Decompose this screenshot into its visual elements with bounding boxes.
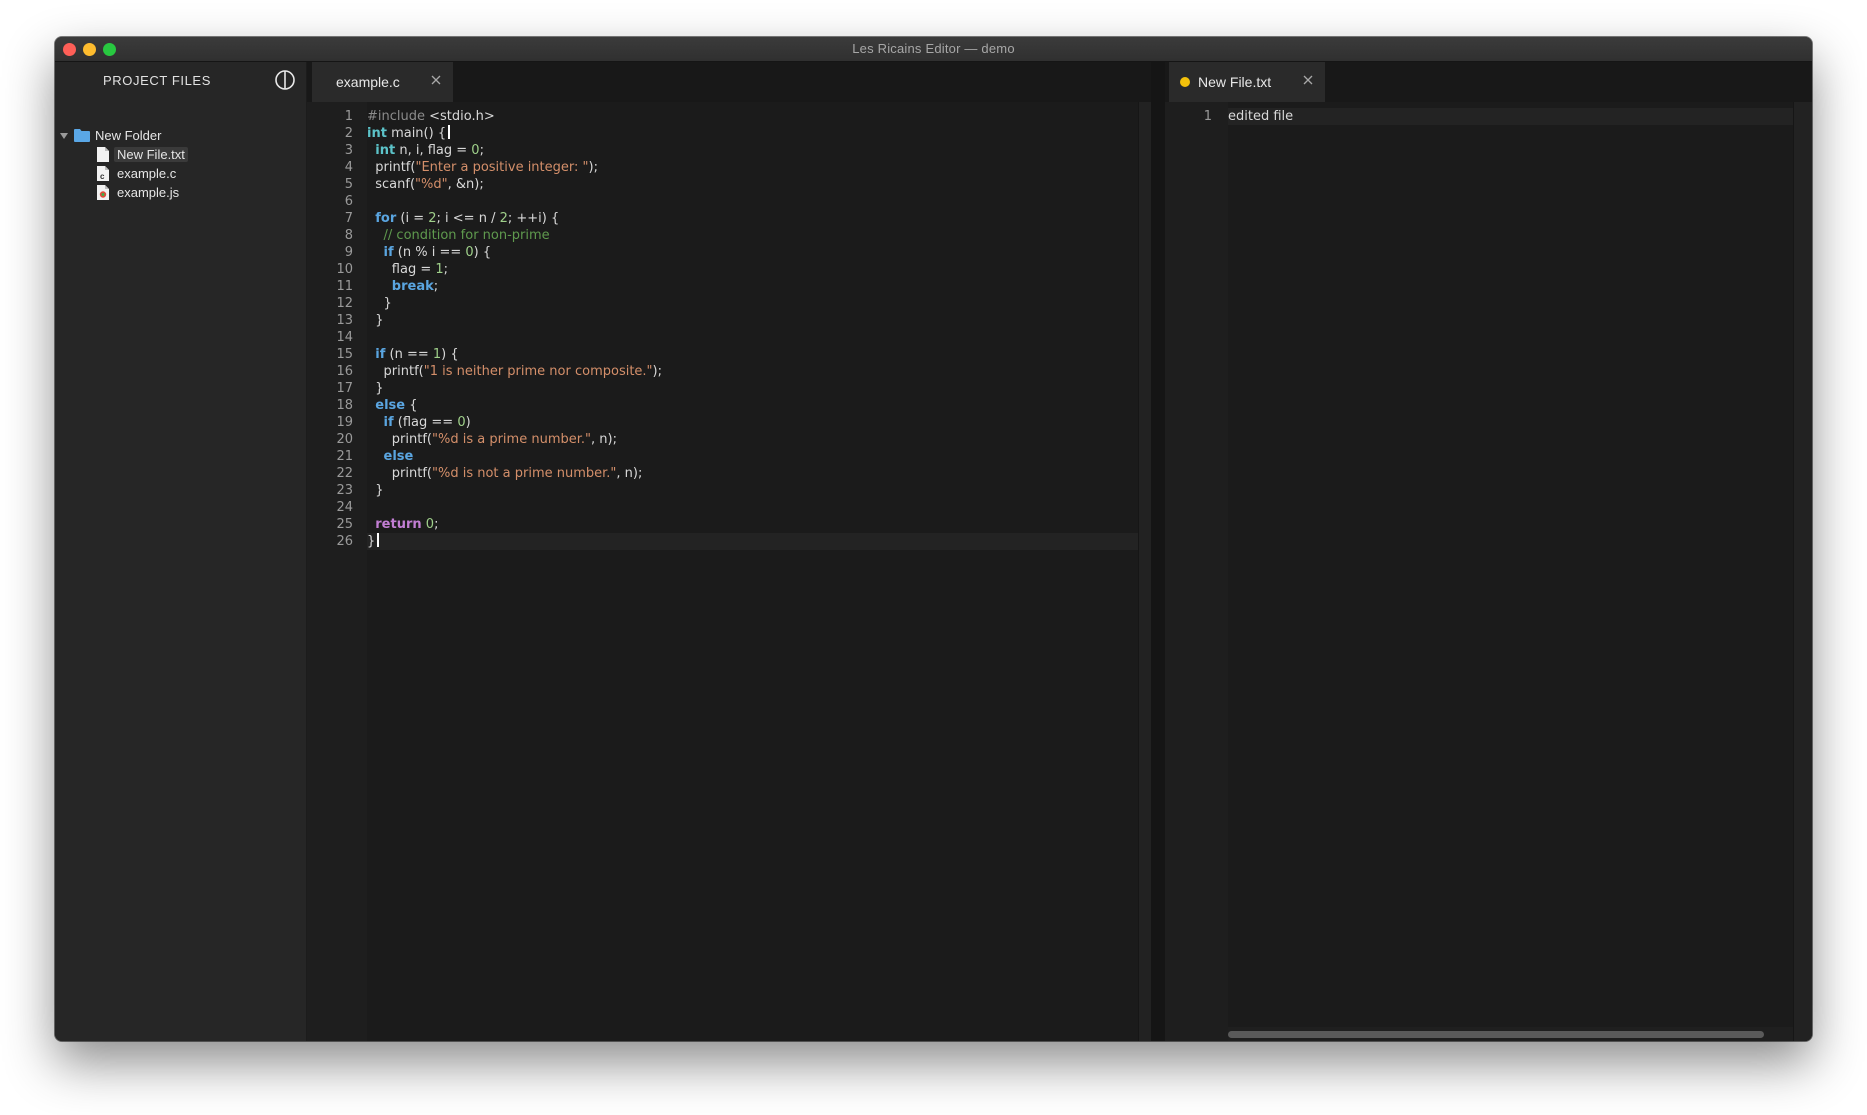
line-number: 1 [1203, 109, 1212, 124]
chevron-down-icon[interactable] [59, 131, 69, 141]
line-number: 19 [336, 415, 353, 430]
folder-label: New Folder [95, 128, 162, 143]
unsaved-changes-indicator [1180, 77, 1190, 87]
code-line: break; [391, 279, 439, 294]
line-number: 21 [336, 449, 353, 464]
code-line: if (n % i == 0) { [383, 245, 492, 260]
line-number: 24 [336, 500, 353, 515]
sidebar-header: PROJECT FILES [55, 62, 306, 100]
line-number: 17 [336, 381, 353, 396]
code-line: if (flag == 0) [383, 415, 471, 430]
code-line: } [367, 296, 392, 311]
code-line: printf("%d is a prime number.", n); [367, 432, 617, 447]
line-number: 9 [344, 245, 353, 260]
line-number: 25 [336, 517, 353, 532]
code-line: edited file [1228, 109, 1294, 124]
code-line: else [383, 449, 414, 464]
folder-icon [74, 129, 90, 142]
tab-new-file-txt[interactable]: New File.txt [1169, 62, 1325, 102]
line-number: 2 [344, 126, 353, 141]
line-number: 6 [344, 194, 353, 209]
text-cursor [377, 533, 380, 547]
code-line: else { [375, 398, 418, 413]
close-tab-icon[interactable] [429, 73, 443, 87]
line-number: 23 [336, 483, 353, 498]
file-label: New File.txt [114, 147, 188, 162]
line-number: 22 [336, 466, 353, 481]
line-number: 13 [336, 313, 353, 328]
current-line-highlight [1228, 108, 1794, 125]
line-number: 8 [344, 228, 353, 243]
line-number: 18 [336, 398, 353, 413]
code-line: printf("1 is neither prime nor composite… [367, 364, 662, 379]
window-title: Les Ricains Editor — demo [852, 41, 1015, 56]
code-line: printf("%d is not a prime number.", n); [367, 466, 643, 481]
code-line: int main() { [367, 125, 451, 142]
line-number: 26 [336, 534, 353, 549]
horizontal-scrollbar[interactable] [1228, 1027, 1794, 1041]
svg-text:c: c [100, 172, 105, 181]
file-label: example.js [117, 185, 180, 200]
right-tab-bar: New File.txt [1165, 62, 1812, 102]
sidebar-title: PROJECT FILES [103, 73, 211, 88]
split-view-icon[interactable] [274, 69, 296, 91]
line-number: 3 [344, 143, 353, 158]
line-number: 4 [344, 160, 353, 175]
line-number: 14 [336, 330, 353, 345]
code-editor[interactable]: #include <stdio.h> int main() { int n, i,… [367, 102, 1139, 1041]
line-number-gutter: 1 [1165, 102, 1228, 1041]
code-line: int n, i, flag = 0; [375, 143, 484, 158]
code-line: } [367, 483, 384, 498]
editor-window: Les Ricains Editor — demo PROJECT FILES … [55, 37, 1812, 1041]
line-number: 5 [344, 177, 353, 192]
code-editor[interactable]: edited file [1228, 102, 1794, 1041]
line-number: 1 [344, 109, 353, 124]
code-line: } [367, 313, 384, 328]
current-line-highlight [367, 533, 1139, 550]
tab-label: example.c [336, 74, 400, 90]
line-number: 11 [336, 279, 353, 294]
right-editor-pane: New File.txt 1 edited file [1165, 62, 1812, 1041]
line-number: 12 [336, 296, 353, 311]
line-number: 20 [336, 432, 353, 447]
left-tab-bar: example.c [307, 62, 1151, 102]
tree-file-new-file-txt[interactable]: New File.txt [97, 146, 297, 164]
close-tab-icon[interactable] [1301, 73, 1315, 87]
line-number: 15 [336, 347, 353, 362]
tree-file-example-js[interactable]: example.js [97, 184, 297, 202]
text-cursor [448, 125, 451, 139]
code-line: scanf("%d", &n); [367, 177, 484, 192]
code-line: printf("Enter a positive integer: "); [367, 160, 598, 175]
project-sidebar: PROJECT FILES New Folder New File.txt c … [55, 62, 306, 1041]
scrollbar-thumb[interactable] [1228, 1031, 1764, 1038]
code-line: flag = 1; [367, 262, 449, 277]
left-vertical-scrollbar[interactable] [1138, 102, 1151, 1041]
c-file-icon: c [97, 166, 109, 181]
code-line: for (i = 2; i <= n / 2; ++i) { [375, 211, 560, 226]
tab-example-c[interactable]: example.c [312, 62, 453, 102]
tab-label: New File.txt [1198, 74, 1272, 90]
line-number: 10 [336, 262, 353, 277]
right-vertical-scrollbar[interactable] [1793, 102, 1812, 1041]
file-label: example.c [117, 166, 177, 181]
line-number: 16 [336, 364, 353, 379]
tree-file-example-c[interactable]: c example.c [97, 165, 297, 183]
pane-divider[interactable] [1151, 62, 1165, 1041]
code-line: if (n == 1) { [375, 347, 459, 362]
js-file-icon [97, 185, 109, 200]
left-editor-pane: example.c 1 2 3 4 5 6 7 8 9 10 11 12 13 14 15 16 17 18 19 2… [307, 62, 1151, 1041]
code-line: // condition for non-prime [367, 228, 550, 243]
line-number: 7 [344, 211, 353, 226]
line-number-gutter: 1 2 3 4 5 6 7 8 9 10 11 12 13 14 15 16 17 18 19 20 21 22 23 24 2… [307, 102, 367, 1041]
code-line: } [367, 381, 384, 396]
text-file-icon [97, 147, 109, 162]
code-line: return 0; [375, 517, 439, 532]
code-line: } [367, 533, 380, 550]
title-bar[interactable]: Les Ricains Editor — demo [55, 37, 1812, 62]
code-line: #include <stdio.h> [367, 109, 495, 124]
tree-folder-new-folder[interactable]: New Folder [59, 127, 299, 145]
